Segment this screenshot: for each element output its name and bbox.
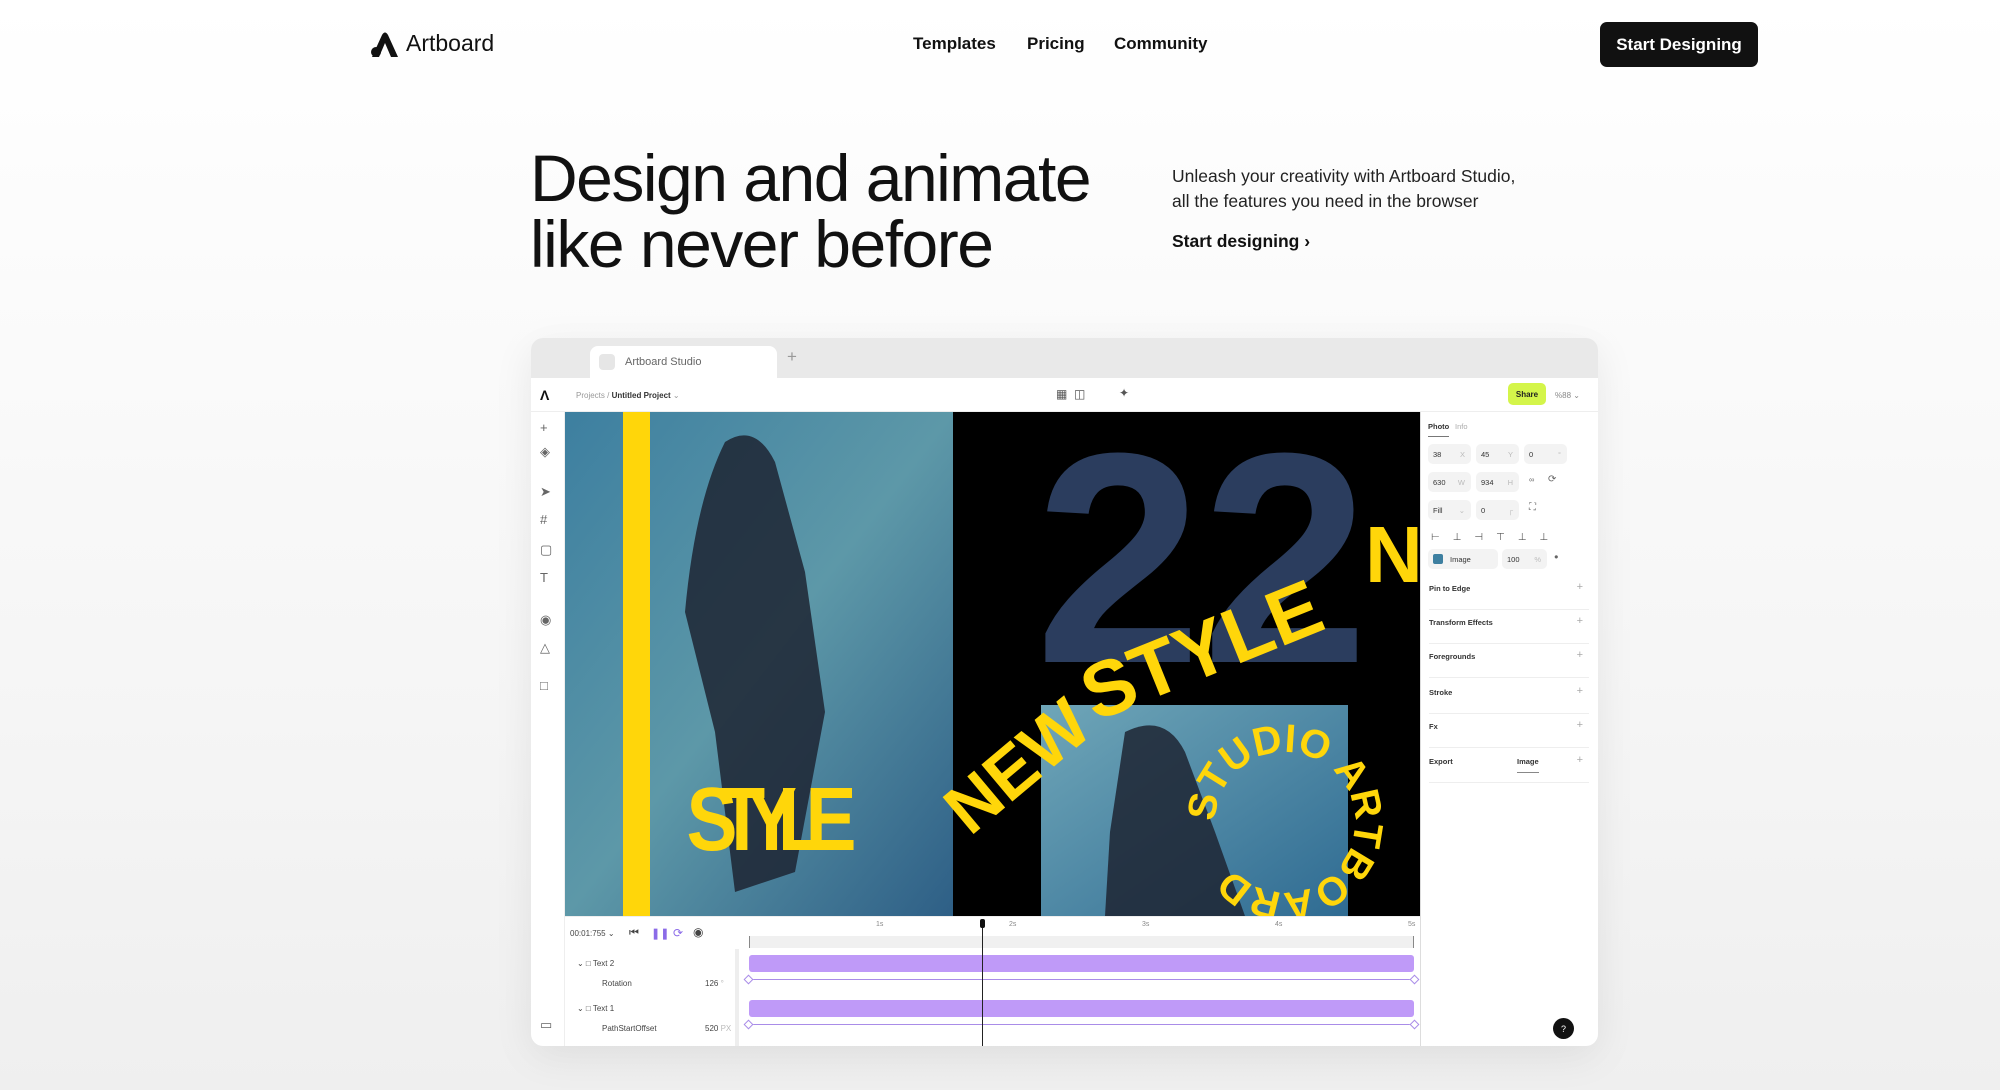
- opacity-field[interactable]: 100%: [1502, 549, 1547, 569]
- app-logo-icon[interactable]: Λ: [540, 387, 549, 403]
- add-icon[interactable]: +: [1577, 581, 1583, 593]
- timeline-toggle-icon[interactable]: ▭: [540, 1017, 552, 1033]
- rewind-icon[interactable]: ⏮: [629, 927, 639, 940]
- properties-panel: Photo Info 38 X 45 Y 0 ° 630 W 934 H ∞ ⟳ Fill…: [1420, 412, 1598, 1046]
- tick-label: 2s: [1009, 921, 1017, 928]
- start-designing-button[interactable]: Start Designing: [1600, 22, 1758, 67]
- canvas[interactable]: 22 STYLE NEW STYLE N STUDIO ARTBOARD: [565, 412, 1420, 916]
- pencil-icon[interactable]: △: [540, 640, 550, 656]
- keyframe[interactable]: [1409, 1019, 1420, 1030]
- artboard-logo-icon: [599, 354, 615, 370]
- text-style[interactable]: STYLE: [687, 768, 857, 869]
- record-icon[interactable]: ◉: [693, 925, 703, 939]
- keyframe-line: [749, 1024, 1414, 1025]
- logo[interactable]: Artboard: [370, 30, 494, 57]
- tick-label: 1s: [876, 921, 884, 928]
- section-fx[interactable]: Fx +: [1429, 714, 1589, 748]
- start-designing-link[interactable]: Start designing ›: [1172, 231, 1310, 252]
- magic-wand-icon[interactable]: ✦: [1119, 386, 1129, 400]
- layers-icon[interactable]: ◈: [540, 444, 550, 460]
- keyframe[interactable]: [743, 1019, 754, 1030]
- layer-image[interactable]: Image: [1428, 549, 1498, 569]
- section-transform-effects[interactable]: Transform Effects +: [1429, 610, 1589, 644]
- image-thumb: [1433, 554, 1443, 564]
- rotation-value[interactable]: 126 °: [705, 979, 724, 988]
- yellow-stripe: [623, 412, 650, 916]
- select-icon[interactable]: ➤: [540, 484, 551, 500]
- tick-label: 4s: [1275, 921, 1283, 928]
- text-n[interactable]: N: [1365, 510, 1420, 599]
- browser-tabbar: Artboard Studio +: [531, 338, 1598, 378]
- shape-icon[interactable]: ▢: [540, 542, 552, 558]
- left-tools: + ◈ ➤ # ▢ T ◉ △ □ ▭: [531, 412, 565, 1046]
- artboard-logo-icon: [371, 32, 398, 57]
- section-foregrounds[interactable]: Foregrounds +: [1429, 644, 1589, 678]
- grid-icon[interactable]: ▦: [1056, 387, 1067, 401]
- width-field[interactable]: 630 W: [1428, 472, 1471, 492]
- add-icon[interactable]: +: [1577, 649, 1583, 661]
- brand-name: Artboard: [406, 30, 495, 56]
- tick-label: 3s: [1142, 921, 1150, 928]
- breadcrumb[interactable]: Projects / Untitled Project ⌄: [576, 391, 680, 400]
- fill-select[interactable]: Fill ⌄: [1428, 500, 1471, 520]
- keyframe-line: [749, 979, 1414, 980]
- height-field[interactable]: 934 H: [1476, 472, 1519, 492]
- help-button[interactable]: ?: [1553, 1018, 1574, 1039]
- nav-templates[interactable]: Templates: [913, 34, 996, 54]
- ruler[interactable]: [749, 936, 1414, 948]
- nav-community[interactable]: Community: [1114, 34, 1208, 54]
- section-pin-to-edge[interactable]: Pin to Edge +: [1429, 576, 1589, 610]
- nav-pricing[interactable]: Pricing: [1027, 34, 1085, 54]
- add-icon[interactable]: +: [1577, 754, 1583, 766]
- time-display[interactable]: 00:01:755 ⌄: [570, 929, 615, 938]
- hero-title: Design and animate like never before: [530, 141, 1092, 281]
- app-preview: Artboard Studio + Λ Projects / Untitled …: [531, 338, 1598, 1046]
- radius-field[interactable]: 0 ┌: [1476, 500, 1519, 520]
- playhead[interactable]: [980, 919, 986, 1046]
- zoom-select[interactable]: %88 ⌄: [1555, 391, 1580, 400]
- add-icon[interactable]: +: [540, 420, 548, 435]
- keyframe[interactable]: [1409, 974, 1420, 985]
- share-button[interactable]: Share: [1508, 383, 1546, 405]
- corners-icon[interactable]: ⛶: [1529, 502, 1536, 513]
- folder-icon[interactable]: □: [540, 678, 548, 693]
- tab-artboard-studio[interactable]: Artboard Studio: [590, 346, 777, 378]
- add-icon[interactable]: +: [1577, 719, 1583, 731]
- rotation-field[interactable]: 0 °: [1524, 444, 1567, 464]
- export-format[interactable]: Image: [1517, 757, 1539, 773]
- rotate-icon[interactable]: ⟳: [1548, 474, 1556, 485]
- link-icon[interactable]: ∞: [1529, 475, 1534, 484]
- new-tab-icon[interactable]: +: [787, 347, 797, 367]
- layout-icon[interactable]: ◫: [1074, 387, 1085, 401]
- layer-text1[interactable]: ⌄ □ Text 1: [577, 1004, 614, 1013]
- prop-rotation: Rotation: [602, 979, 632, 988]
- hero-subtitle: Unleash your creativity with Artboard St…: [1172, 166, 1516, 211]
- text-icon[interactable]: T: [540, 570, 548, 585]
- prop-pathstartoffset: PathStartOffset: [602, 1024, 657, 1033]
- frame-icon[interactable]: #: [540, 512, 547, 527]
- section-export[interactable]: Export Image +: [1429, 749, 1589, 783]
- chevron-right-icon: ›: [1304, 231, 1311, 251]
- app-toolbar: Λ Projects / Untitled Project ⌄ ▦ ◫ ✦ Sh…: [531, 378, 1598, 412]
- align-tools[interactable]: ⊢⊥⊣⊤⊥⊥: [1431, 532, 1561, 543]
- pen-icon[interactable]: ◉: [540, 612, 551, 628]
- offset-value[interactable]: 520 PX: [705, 1024, 731, 1033]
- track-bar[interactable]: [749, 955, 1414, 972]
- y-field[interactable]: 45 Y: [1476, 444, 1519, 464]
- add-icon[interactable]: +: [1577, 685, 1583, 697]
- tick-label: 5s: [1408, 921, 1416, 928]
- tab-info[interactable]: Info: [1455, 422, 1468, 431]
- drop-icon[interactable]: ●: [1554, 552, 1559, 561]
- loop-icon[interactable]: ⟳: [673, 926, 683, 940]
- section-stroke[interactable]: Stroke +: [1429, 680, 1589, 714]
- pause-icon[interactable]: ❚❚: [651, 927, 669, 940]
- keyframe[interactable]: [743, 974, 754, 985]
- timeline: 00:01:755 ⌄ ⏮ ❚❚ ⟳ ◉ ⌄ □ Text 2 Rotation…: [565, 916, 1420, 1046]
- layer-text2[interactable]: ⌄ □ Text 2: [577, 959, 614, 968]
- add-icon[interactable]: +: [1577, 615, 1583, 627]
- x-field[interactable]: 38 X: [1428, 444, 1471, 464]
- track-bar[interactable]: [749, 1000, 1414, 1017]
- tab-photo[interactable]: Photo: [1428, 422, 1449, 431]
